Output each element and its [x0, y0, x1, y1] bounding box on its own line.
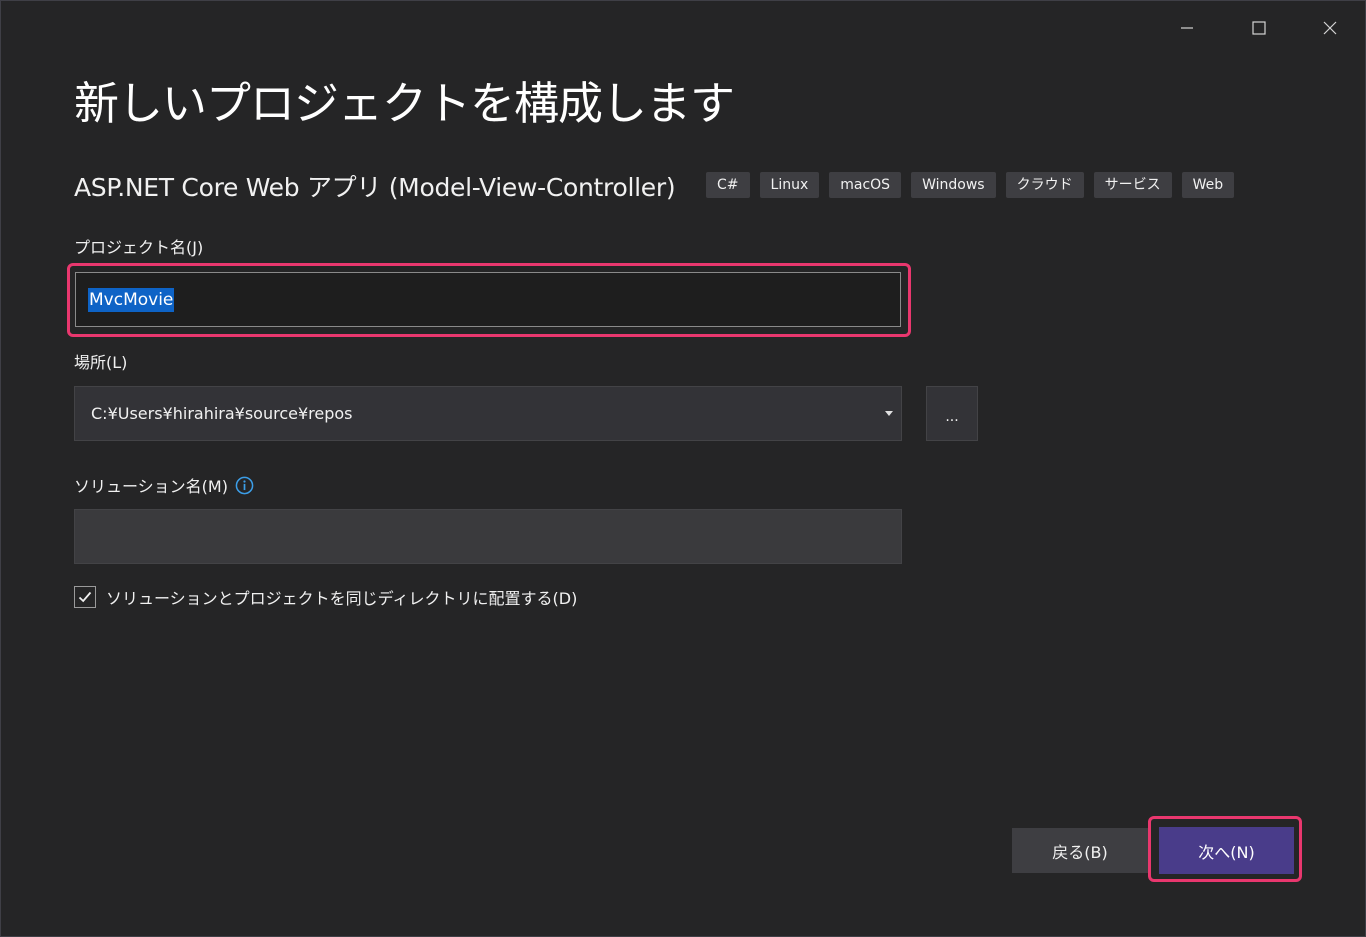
dialog-window: 新しいプロジェクトを構成します ASP.NET Core Web アプリ (Mo… — [0, 0, 1366, 937]
tag-windows: Windows — [911, 172, 996, 198]
maximize-icon — [1252, 21, 1266, 35]
minimize-button[interactable] — [1164, 9, 1210, 47]
tag-linux: Linux — [759, 172, 820, 198]
chevron-down-icon[interactable] — [884, 411, 894, 417]
same-directory-label: ソリューションとプロジェクトを同じディレクトリに配置する(D) — [106, 589, 578, 608]
info-icon[interactable] — [235, 476, 254, 495]
project-name-input[interactable]: MvcMovie — [75, 272, 901, 327]
same-directory-option[interactable]: ソリューションとプロジェクトを同じディレクトリに配置する(D) — [74, 585, 577, 609]
close-button[interactable] — [1307, 9, 1353, 47]
close-icon — [1323, 21, 1337, 35]
maximize-button[interactable] — [1236, 9, 1282, 47]
same-directory-checkbox[interactable] — [74, 586, 96, 608]
checkmark-icon — [78, 591, 92, 603]
minimize-icon — [1181, 27, 1193, 29]
solution-name-label: ソリューション名(M) — [74, 477, 228, 496]
location-combobox[interactable]: C:¥Users¥hirahira¥source¥repos — [74, 386, 902, 441]
location-label: 場所(L) — [74, 353, 128, 372]
next-button[interactable]: 次へ(N) — [1159, 827, 1294, 874]
page-title: 新しいプロジェクトを構成します — [74, 77, 735, 130]
template-name: ASP.NET Core Web アプリ (Model-View-Control… — [74, 173, 676, 202]
project-name-label: プロジェクト名(J) — [74, 238, 204, 257]
solution-name-label-row: ソリューション名(M) — [74, 473, 254, 497]
solution-name-input[interactable] — [74, 509, 902, 564]
tag-service: サービス — [1093, 172, 1172, 198]
tag-cloud: クラウド — [1005, 172, 1084, 198]
tag-web: Web — [1181, 172, 1235, 198]
project-name-value: MvcMovie — [88, 287, 175, 312]
template-tags: C# Linux macOS Windows クラウド サービス Web — [706, 172, 1235, 198]
tag-csharp: C# — [706, 172, 750, 198]
back-button[interactable]: 戻る(B) — [1012, 828, 1148, 873]
tag-macos: macOS — [829, 172, 902, 198]
browse-button[interactable]: ... — [926, 386, 978, 441]
location-value: C:¥Users¥hirahira¥source¥repos — [91, 404, 353, 423]
